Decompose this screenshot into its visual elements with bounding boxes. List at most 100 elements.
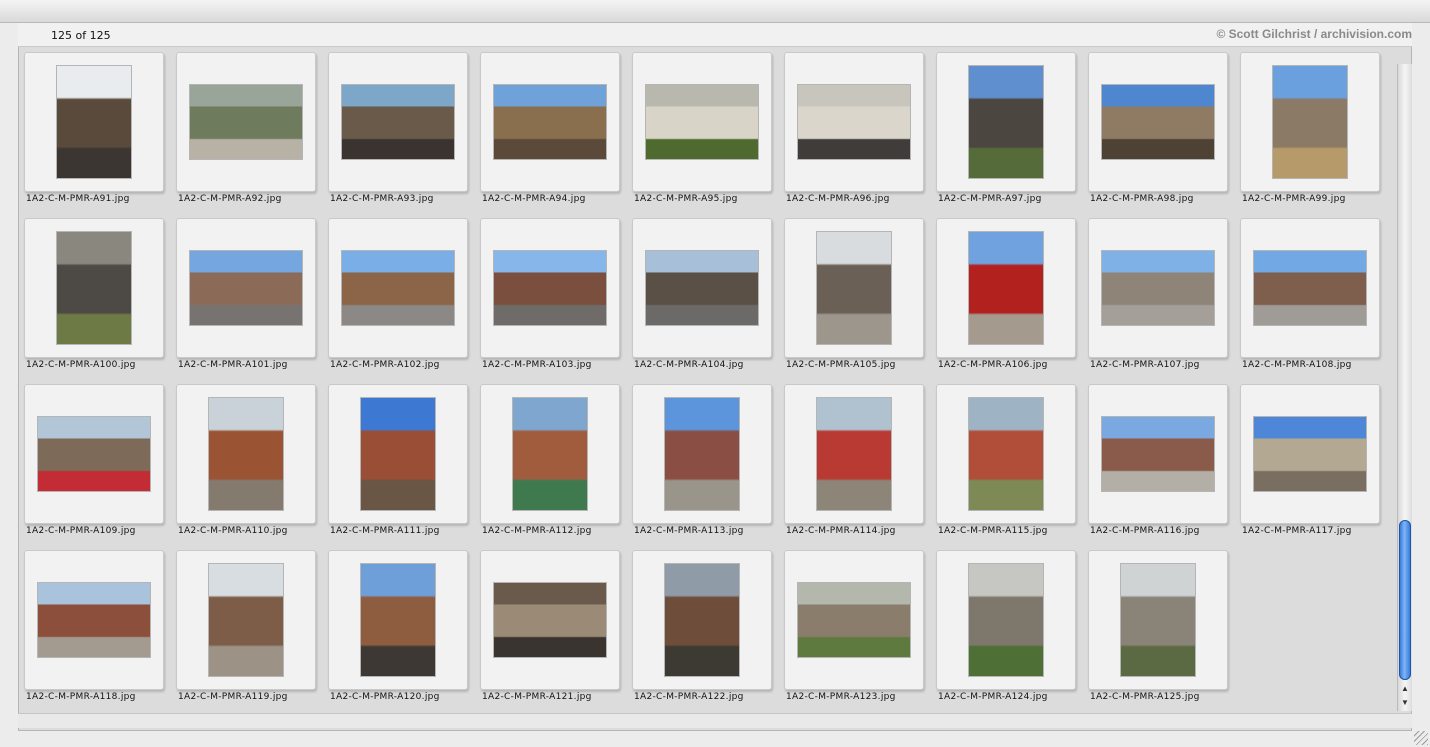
thumbnail-image[interactable] <box>665 564 739 676</box>
thumbnail-frame[interactable] <box>936 218 1076 358</box>
thumbnail-item[interactable]: 1A2-C-M-PMR-A125.jpg <box>1088 550 1230 708</box>
thumbnail-item[interactable]: 1A2-C-M-PMR-A108.jpg <box>1240 218 1382 376</box>
thumbnail-image[interactable] <box>646 251 758 325</box>
thumbnail-frame[interactable] <box>1088 550 1228 690</box>
thumbnail-item[interactable]: 1A2-C-M-PMR-A101.jpg <box>176 218 318 376</box>
thumbnail-frame[interactable] <box>936 52 1076 192</box>
thumbnail-frame[interactable] <box>632 52 772 192</box>
thumbnail-image[interactable] <box>513 398 587 510</box>
thumbnail-frame[interactable] <box>176 218 316 358</box>
thumbnail-frame[interactable] <box>328 218 468 358</box>
thumbnail-image[interactable] <box>798 583 910 657</box>
thumbnail-frame[interactable] <box>328 384 468 524</box>
thumbnail-image[interactable] <box>494 85 606 159</box>
thumbnail-frame[interactable] <box>936 550 1076 690</box>
thumbnail-item[interactable]: 1A2-C-M-PMR-A112.jpg <box>480 384 622 542</box>
thumbnail-image[interactable] <box>57 232 131 344</box>
thumbnail-item[interactable]: 1A2-C-M-PMR-A102.jpg <box>328 218 470 376</box>
thumbnail-image[interactable] <box>1102 251 1214 325</box>
thumbnail-frame[interactable] <box>784 550 924 690</box>
thumbnail-item[interactable]: 1A2-C-M-PMR-A118.jpg <box>24 550 166 708</box>
thumbnail-item[interactable]: 1A2-C-M-PMR-A109.jpg <box>24 384 166 542</box>
thumbnail-frame[interactable] <box>632 550 772 690</box>
thumbnail-image[interactable] <box>969 398 1043 510</box>
thumbnail-frame[interactable] <box>24 384 164 524</box>
thumbnail-item[interactable]: 1A2-C-M-PMR-A103.jpg <box>480 218 622 376</box>
thumbnail-item[interactable]: 1A2-C-M-PMR-A116.jpg <box>1088 384 1230 542</box>
thumbnail-item[interactable]: 1A2-C-M-PMR-A93.jpg <box>328 52 470 210</box>
thumbnail-image[interactable] <box>494 251 606 325</box>
thumbnail-image[interactable] <box>1254 417 1366 491</box>
thumbnail-image[interactable] <box>361 564 435 676</box>
thumbnail-frame[interactable] <box>24 550 164 690</box>
thumbnail-image[interactable] <box>969 232 1043 344</box>
thumbnail-frame[interactable] <box>784 218 924 358</box>
thumbnail-item[interactable]: 1A2-C-M-PMR-A105.jpg <box>784 218 926 376</box>
thumbnail-item[interactable]: 1A2-C-M-PMR-A99.jpg <box>1240 52 1382 210</box>
thumbnail-image[interactable] <box>1102 85 1214 159</box>
thumbnail-frame[interactable] <box>480 218 620 358</box>
thumbnail-item[interactable]: 1A2-C-M-PMR-A115.jpg <box>936 384 1078 542</box>
resize-grip-icon[interactable] <box>1414 731 1428 745</box>
thumbnail-item[interactable]: 1A2-C-M-PMR-A119.jpg <box>176 550 318 708</box>
thumbnail-item[interactable]: 1A2-C-M-PMR-A91.jpg <box>24 52 166 210</box>
thumbnail-image[interactable] <box>190 85 302 159</box>
thumbnail-image[interactable] <box>209 564 283 676</box>
thumbnail-image[interactable] <box>190 251 302 325</box>
thumbnail-image[interactable] <box>1121 564 1195 676</box>
scroll-up-arrow-icon[interactable]: ▲ <box>1398 682 1412 695</box>
thumbnail-frame[interactable] <box>24 52 164 192</box>
thumbnail-frame[interactable] <box>784 384 924 524</box>
thumbnail-frame[interactable] <box>480 550 620 690</box>
thumbnail-frame[interactable] <box>1088 52 1228 192</box>
thumbnail-item[interactable]: 1A2-C-M-PMR-A122.jpg <box>632 550 774 708</box>
thumbnail-image[interactable] <box>38 417 150 491</box>
thumbnail-image[interactable] <box>1273 66 1347 178</box>
thumbnail-frame[interactable] <box>328 550 468 690</box>
thumbnail-frame[interactable] <box>328 52 468 192</box>
thumbnail-frame[interactable] <box>1240 218 1380 358</box>
scroll-thumb[interactable] <box>1399 520 1411 680</box>
thumbnail-image[interactable] <box>38 583 150 657</box>
thumbnail-image[interactable] <box>361 398 435 510</box>
vertical-scrollbar[interactable]: ▲ ▼ <box>1397 64 1412 711</box>
thumbnail-item[interactable]: 1A2-C-M-PMR-A95.jpg <box>632 52 774 210</box>
thumbnail-frame[interactable] <box>24 218 164 358</box>
thumbnail-image[interactable] <box>342 251 454 325</box>
thumbnail-image[interactable] <box>494 583 606 657</box>
thumbnail-frame[interactable] <box>1240 384 1380 524</box>
thumbnail-image[interactable] <box>817 232 891 344</box>
thumbnail-frame[interactable] <box>1088 384 1228 524</box>
thumbnail-item[interactable]: 1A2-C-M-PMR-A124.jpg <box>936 550 1078 708</box>
thumbnail-image[interactable] <box>342 85 454 159</box>
thumbnail-frame[interactable] <box>632 218 772 358</box>
thumbnail-image[interactable] <box>817 398 891 510</box>
thumbnail-frame[interactable] <box>176 384 316 524</box>
thumbnail-item[interactable]: 1A2-C-M-PMR-A110.jpg <box>176 384 318 542</box>
thumbnail-item[interactable]: 1A2-C-M-PMR-A120.jpg <box>328 550 470 708</box>
thumbnail-item[interactable]: 1A2-C-M-PMR-A113.jpg <box>632 384 774 542</box>
thumbnail-image[interactable] <box>57 66 131 178</box>
thumbnail-frame[interactable] <box>176 550 316 690</box>
thumbnail-item[interactable]: 1A2-C-M-PMR-A123.jpg <box>784 550 926 708</box>
thumbnail-item[interactable]: 1A2-C-M-PMR-A121.jpg <box>480 550 622 708</box>
thumbnail-frame[interactable] <box>1088 218 1228 358</box>
thumbnail-item[interactable]: 1A2-C-M-PMR-A114.jpg <box>784 384 926 542</box>
thumbnail-frame[interactable] <box>176 52 316 192</box>
thumbnail-item[interactable]: 1A2-C-M-PMR-A100.jpg <box>24 218 166 376</box>
thumbnail-item[interactable]: 1A2-C-M-PMR-A96.jpg <box>784 52 926 210</box>
thumbnail-image[interactable] <box>209 398 283 510</box>
thumbnail-item[interactable]: 1A2-C-M-PMR-A94.jpg <box>480 52 622 210</box>
thumbnail-image[interactable] <box>969 66 1043 178</box>
thumbnail-item[interactable]: 1A2-C-M-PMR-A107.jpg <box>1088 218 1230 376</box>
thumbnail-frame[interactable] <box>1240 52 1380 192</box>
thumbnail-frame[interactable] <box>784 52 924 192</box>
thumbnail-item[interactable]: 1A2-C-M-PMR-A117.jpg <box>1240 384 1382 542</box>
thumbnail-image[interactable] <box>646 85 758 159</box>
thumbnail-image[interactable] <box>665 398 739 510</box>
scroll-down-arrow-icon[interactable]: ▼ <box>1398 696 1412 709</box>
thumbnail-image[interactable] <box>969 564 1043 676</box>
thumbnail-frame[interactable] <box>480 52 620 192</box>
thumbnail-item[interactable]: 1A2-C-M-PMR-A111.jpg <box>328 384 470 542</box>
thumbnail-image[interactable] <box>1102 417 1214 491</box>
